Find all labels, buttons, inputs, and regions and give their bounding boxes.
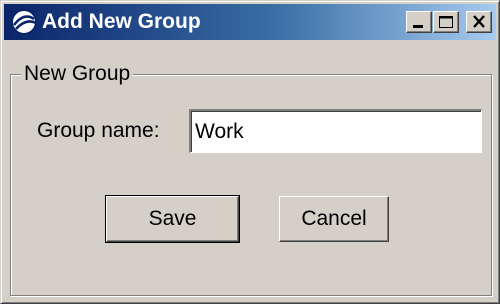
close-button[interactable] [466, 11, 492, 33]
minimize-button[interactable] [406, 11, 432, 33]
save-button[interactable]: Save [105, 195, 240, 243]
add-new-group-dialog: Add New Group New Group Group name: Work… [0, 0, 500, 304]
app-globe-icon [10, 8, 38, 36]
window-title: Add New Group [42, 10, 201, 33]
group-name-label: Group name: [37, 119, 160, 142]
groupbox-legend: New Group [21, 61, 134, 87]
new-group-groupbox [10, 74, 492, 296]
cancel-button[interactable]: Cancel [279, 196, 389, 242]
maximize-button[interactable] [433, 11, 459, 33]
title-bar[interactable]: Add New Group [4, 4, 496, 40]
group-name-input[interactable] [189, 109, 482, 153]
